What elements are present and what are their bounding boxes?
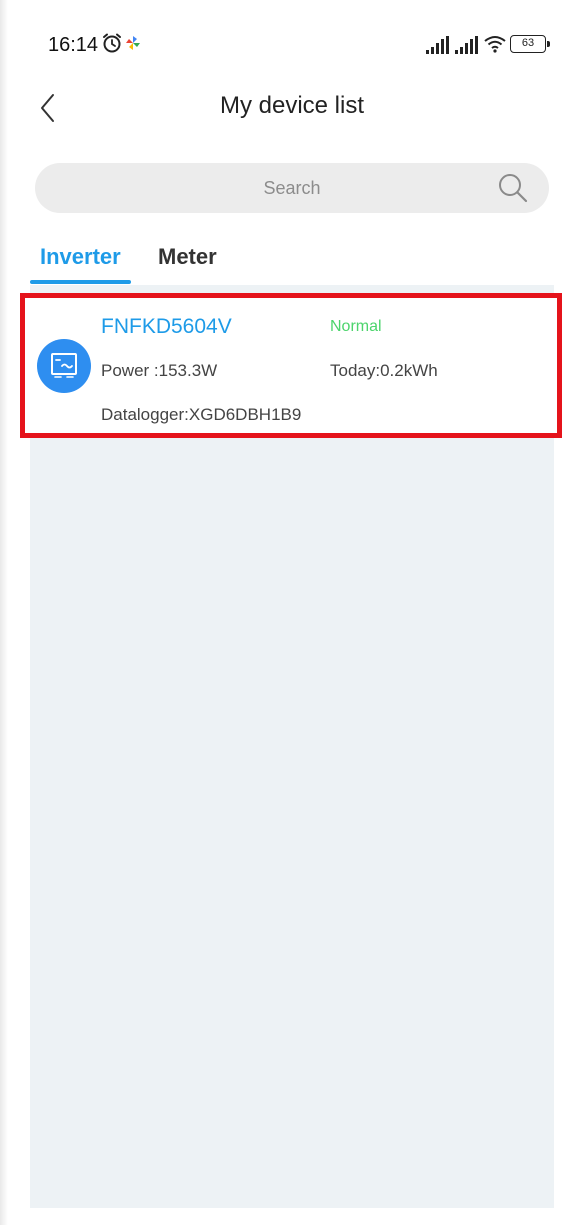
search-icon[interactable] xyxy=(497,172,529,204)
battery-icon: 63 xyxy=(510,35,550,53)
device-datalogger: Datalogger:XGD6DBH1B9 xyxy=(101,405,302,424)
status-bar: 16:14 63 xyxy=(0,0,562,80)
search-bar[interactable] xyxy=(35,163,549,213)
device-list-screen: 16:14 63 My device list Search Inverter … xyxy=(0,0,562,1225)
device-status: Normal xyxy=(330,318,382,335)
tab-inverter[interactable]: Inverter xyxy=(40,244,121,270)
device-serial-number: FNFKD5604V xyxy=(101,315,232,338)
inverter-icon xyxy=(51,353,77,378)
active-tab-indicator xyxy=(30,280,131,284)
device-avatar xyxy=(37,339,91,393)
screen-edge-shadow xyxy=(0,0,8,1225)
device-today-energy: Today:0.2kWh xyxy=(330,361,438,380)
tab-meter[interactable]: Meter xyxy=(158,244,217,270)
battery-level: 63 xyxy=(521,37,535,49)
alarm-clock-icon xyxy=(103,33,121,53)
page-title: My device list xyxy=(219,92,365,119)
device-card[interactable]: FNFKD5604V Normal Power :153.3W Today:0.… xyxy=(20,293,562,438)
wifi-icon xyxy=(484,36,506,53)
pinwheel-icon xyxy=(126,36,140,50)
cell-signal-2-icon xyxy=(455,36,478,54)
status-time: 16:14 xyxy=(48,34,99,56)
device-power: Power :153.3W xyxy=(101,361,218,380)
cell-signal-1-icon xyxy=(426,36,449,54)
search-input[interactable] xyxy=(35,163,549,213)
